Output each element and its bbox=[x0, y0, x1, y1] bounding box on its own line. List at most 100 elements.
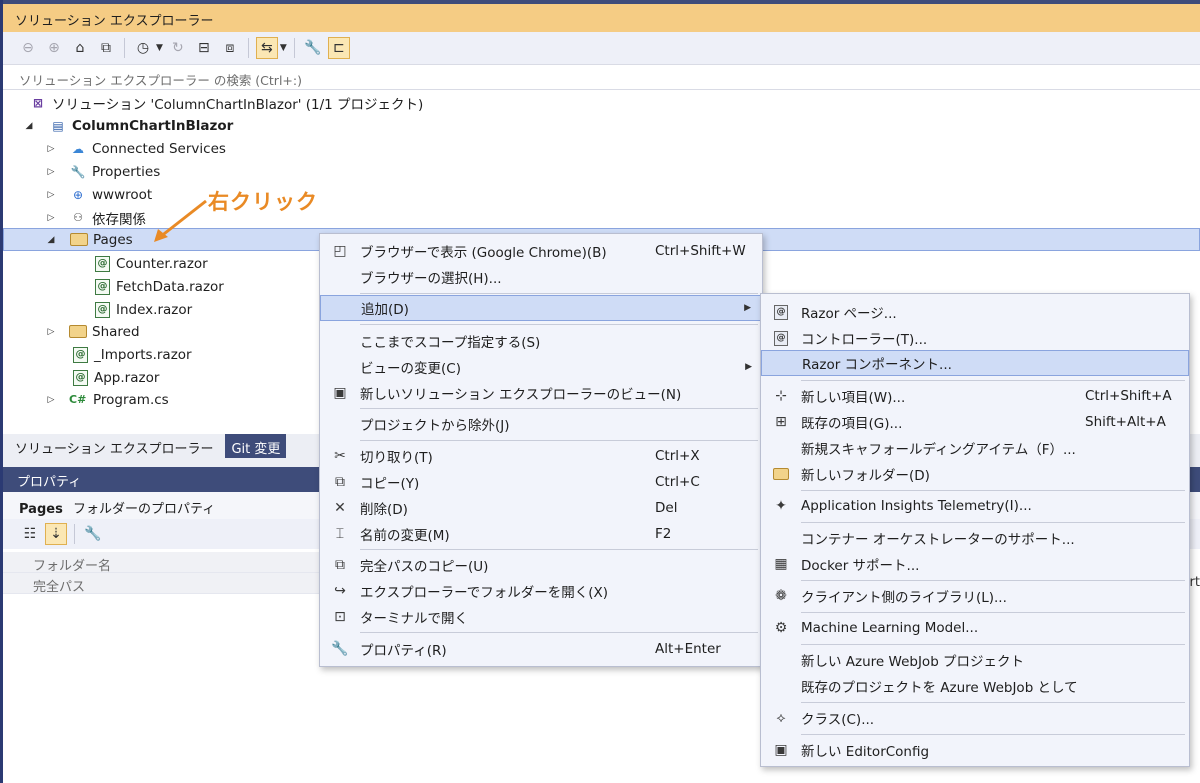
menu-item-view-in-browser[interactable]: ◰ ブラウザーで表示 (Google Chrome)(B) Ctrl+Shift… bbox=[320, 238, 762, 264]
submenu-item-client-side-library[interactable]: ❁ クライアント側のライブラリ(L)... bbox=[761, 583, 1189, 609]
toolbar-separator bbox=[124, 38, 125, 58]
collapse-all-icon[interactable]: ⊟ bbox=[193, 37, 215, 59]
toolbar-separator bbox=[247, 38, 249, 58]
home-icon[interactable]: ⌂ bbox=[69, 37, 91, 59]
property-row-folder-name[interactable]: フォルダー名 bbox=[3, 552, 323, 574]
sync-active-document-icon[interactable]: ⇆ bbox=[255, 37, 278, 59]
right-click-annotation: 右クリック bbox=[208, 190, 318, 214]
solution-explorer-toolbar: ⊖ ⊕ ⌂ ⧉ ◷ ▼ ↻ ⊟ ⧈ ⇆ ▼ 🔧 ⊏ bbox=[3, 32, 1200, 64]
terminal-icon: ⊡ bbox=[334, 609, 346, 625]
preview-selected-items-icon[interactable]: ⊏ bbox=[327, 37, 350, 59]
submenu-item-docker-support[interactable]: ▦ Docker サポート... bbox=[761, 551, 1189, 577]
menu-item-exclude-from-project[interactable]: プロジェクトから除外(J) bbox=[320, 411, 762, 437]
submenu-arrow-icon: ▶ bbox=[745, 362, 752, 372]
submenu-item-new-folder[interactable]: 新しいフォルダー(D) bbox=[761, 461, 1189, 487]
razor-file-icon: @ bbox=[95, 255, 110, 272]
tree-item-label: FetchData.razor bbox=[116, 278, 224, 295]
collapsed-arrow-icon[interactable]: ▷ bbox=[45, 190, 57, 200]
menu-item-copy[interactable]: ⧉ コピー(Y) Ctrl+C bbox=[320, 469, 762, 495]
tree-item-label: Pages bbox=[93, 231, 133, 248]
menu-separator bbox=[801, 380, 1185, 381]
browser-view-icon: ◰ bbox=[333, 243, 347, 259]
submenu-item-razor-component[interactable]: Razor コンポーネント... bbox=[761, 350, 1189, 376]
tree-item-label: Properties bbox=[92, 163, 161, 180]
submenu-item-ml-model[interactable]: ⚙ Machine Learning Model... bbox=[761, 615, 1189, 641]
csharp-file-icon: C# bbox=[69, 393, 87, 406]
menu-separator bbox=[360, 632, 758, 633]
submenu-item-new-webjob-project[interactable]: 新しい Azure WebJob プロジェクト bbox=[761, 647, 1189, 673]
submenu-item-existing-item[interactable]: ⊞ 既存の項目(G)... Shift+Alt+A bbox=[761, 409, 1189, 435]
chevron-down-icon[interactable]: ▼ bbox=[156, 43, 163, 53]
dependencies-icon: ⚇ bbox=[73, 211, 83, 224]
tab-solution-explorer[interactable]: ソリューション エクスプローラー bbox=[3, 434, 225, 458]
expanded-arrow-icon[interactable]: ◢ bbox=[23, 121, 35, 131]
tree-item-label: Counter.razor bbox=[116, 255, 208, 272]
collapsed-arrow-icon[interactable]: ▷ bbox=[45, 167, 57, 177]
project-icon: ▤ bbox=[52, 118, 64, 133]
menu-item-scope-to-this[interactable]: ここまでスコープ指定する(S) bbox=[320, 328, 762, 354]
scissors-icon: ✂ bbox=[334, 448, 346, 464]
razor-file-icon: @ bbox=[73, 346, 88, 363]
submenu-item-razor-page[interactable]: @ Razor ページ... bbox=[761, 299, 1189, 325]
tree-row-solution[interactable]: ⊠ ソリューション 'ColumnChartInBlazor' (1/1 プロジ… bbox=[3, 91, 1200, 114]
property-pages-wrench-icon[interactable]: 🔧 bbox=[82, 523, 104, 545]
new-item-icon: ⊹ bbox=[775, 388, 787, 404]
collapsed-arrow-icon[interactable]: ▷ bbox=[45, 213, 57, 223]
menu-item-open-in-terminal[interactable]: ⊡ ターミナルで開く bbox=[320, 604, 762, 630]
collapsed-arrow-icon[interactable]: ▷ bbox=[45, 395, 57, 405]
menu-item-change-view[interactable]: ビューの変更(C) ▶ bbox=[320, 354, 762, 380]
submenu-item-controller[interactable]: @ コントローラー(T)... bbox=[761, 325, 1189, 351]
back-icon[interactable]: ⊖ bbox=[17, 37, 39, 59]
menu-item-copy-full-path[interactable]: ⧉ 完全パスのコピー(U) bbox=[320, 552, 762, 578]
menu-item-rename[interactable]: ⌶ 名前の変更(M) F2 bbox=[320, 521, 762, 547]
menu-separator bbox=[360, 549, 758, 550]
copy-icon: ⧉ bbox=[335, 474, 345, 490]
toolbar-separator bbox=[293, 38, 295, 58]
properties-wrench-icon: 🔧 bbox=[70, 164, 86, 179]
collapsed-arrow-icon[interactable]: ▷ bbox=[45, 144, 57, 154]
submenu-item-new-scaffolded-item[interactable]: 新規スキャフォールディングアイテム（F）... bbox=[761, 435, 1189, 461]
menu-item-add[interactable]: 追加(D) ▶ bbox=[320, 295, 762, 321]
chevron-down-icon[interactable]: ▼ bbox=[280, 43, 287, 53]
submenu-item-app-insights[interactable]: ✦ Application Insights Telemetry(I)... bbox=[761, 493, 1189, 519]
properties-subject-type: フォルダーのプロパティ bbox=[72, 502, 216, 517]
property-row-full-path[interactable]: 完全パス bbox=[3, 573, 323, 595]
menu-item-new-explorer-view[interactable]: ▣ 新しいソリューション エクスプローラーのビュー(N) bbox=[320, 380, 762, 406]
submenu-item-container-orchestrator[interactable]: コンテナー オーケストレーターのサポート... bbox=[761, 525, 1189, 551]
switch-views-icon[interactable]: ⧉ bbox=[95, 37, 117, 59]
submenu-item-class[interactable]: ⟡ クラス(C)... bbox=[761, 705, 1189, 731]
properties-wrench-icon: 🔧 bbox=[331, 641, 349, 657]
razor-file-icon: @ bbox=[73, 369, 88, 386]
forward-icon[interactable]: ⊕ bbox=[43, 37, 65, 59]
menu-separator bbox=[801, 644, 1185, 645]
tree-row-project[interactable]: ◢ ▤ ColumnChartInBlazor bbox=[3, 114, 1200, 137]
menu-item-open-folder-in-explorer[interactable]: ↪ エクスプローラーでフォルダーを開く(X) bbox=[320, 578, 762, 604]
menu-item-cut[interactable]: ✂ 切り取り(T) Ctrl+X bbox=[320, 443, 762, 469]
pending-changes-filter-icon[interactable]: ◷ bbox=[132, 37, 154, 59]
menu-separator bbox=[801, 612, 1185, 613]
razor-file-icon: @ bbox=[95, 278, 110, 295]
menu-item-delete[interactable]: ✕ 削除(D) Del bbox=[320, 495, 762, 521]
menu-separator bbox=[360, 408, 758, 409]
truncated-value: rt bbox=[1189, 575, 1200, 590]
show-all-files-icon[interactable]: ⧈ bbox=[219, 37, 241, 59]
tab-git-changes[interactable]: Git 変更 bbox=[225, 434, 287, 458]
alphabetical-sort-icon[interactable]: ⇣ bbox=[45, 523, 67, 545]
submenu-item-new-editorconfig[interactable]: ▣ 新しい EditorConfig bbox=[761, 737, 1189, 763]
refresh-icon[interactable]: ↻ bbox=[167, 37, 189, 59]
client-library-icon: ❁ bbox=[775, 588, 787, 604]
menu-separator bbox=[801, 580, 1185, 581]
expanded-arrow-icon[interactable]: ◢ bbox=[45, 235, 57, 245]
collapsed-arrow-icon[interactable]: ▷ bbox=[45, 327, 57, 337]
tree-row-connected-services[interactable]: ▷ ☁ Connected Services bbox=[3, 137, 1200, 160]
categorized-icon[interactable]: ☷ bbox=[19, 523, 41, 545]
menu-item-browse-with[interactable]: ブラウザーの選択(H)... bbox=[320, 264, 762, 290]
toolbar-separator bbox=[74, 524, 75, 544]
properties-wrench-icon[interactable]: 🔧 bbox=[302, 37, 324, 59]
solution-explorer-search-input[interactable]: ソリューション エクスプローラー の検索 (Ctrl+:) bbox=[3, 64, 1200, 90]
submenu-item-existing-project-as-webjob[interactable]: 既存のプロジェクトを Azure WebJob として bbox=[761, 673, 1189, 699]
submenu-item-new-item[interactable]: ⊹ 新しい項目(W)... Ctrl+Shift+A bbox=[761, 383, 1189, 409]
tree-row-properties[interactable]: ▷ 🔧 Properties bbox=[3, 160, 1200, 183]
menu-item-properties[interactable]: 🔧 プロパティ(R) Alt+Enter bbox=[320, 636, 762, 662]
razor-page-icon: @ bbox=[774, 304, 788, 320]
